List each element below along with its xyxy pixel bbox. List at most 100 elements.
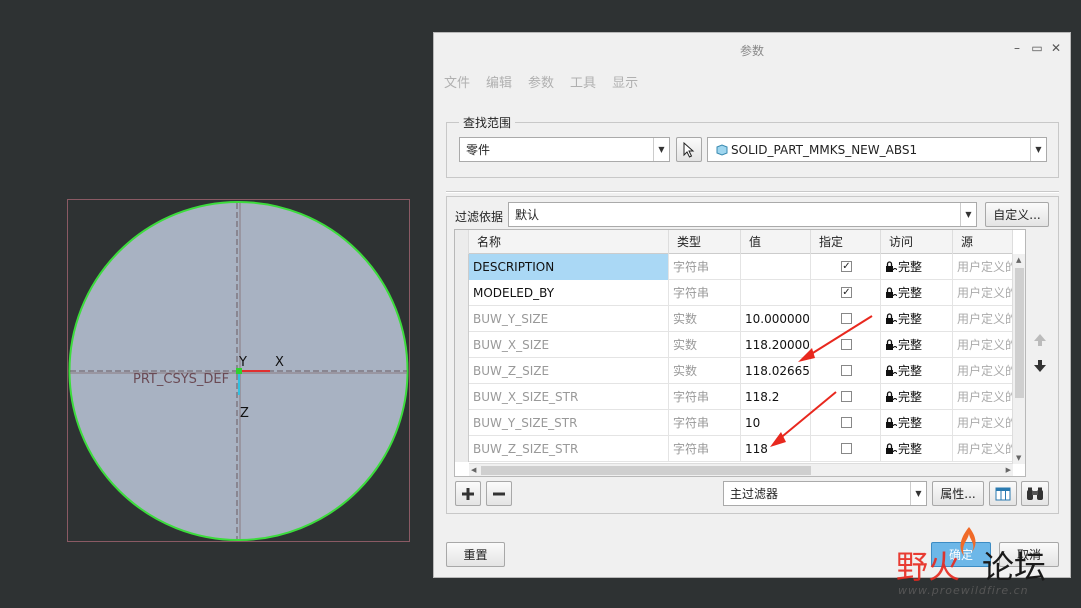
- vertical-scrollbar[interactable]: ▲ ▼: [1012, 254, 1025, 464]
- scroll-up-icon[interactable]: ▲: [1016, 256, 1021, 264]
- main-filter-select[interactable]: 主过滤器 ▼: [723, 481, 927, 506]
- designated-checkbox[interactable]: ✓: [841, 287, 852, 298]
- scroll-thumb[interactable]: [1015, 268, 1024, 398]
- row-header[interactable]: [455, 280, 469, 306]
- header-name[interactable]: 名称: [469, 230, 669, 254]
- row-header[interactable]: [455, 358, 469, 384]
- table-row[interactable]: MODELED_BY 字符串 ✓ 完整 用户定义的: [455, 280, 1013, 306]
- header-access[interactable]: 访问: [881, 230, 953, 254]
- access-text: 完整: [898, 260, 923, 274]
- param-type[interactable]: 实数: [669, 306, 741, 332]
- find-button[interactable]: [1021, 481, 1049, 506]
- param-access[interactable]: 完整: [881, 384, 953, 410]
- properties-button[interactable]: 属性...: [932, 481, 984, 506]
- minimize-icon[interactable]: –: [1010, 41, 1024, 55]
- row-header[interactable]: [455, 436, 469, 462]
- move-down-icon[interactable]: [1033, 359, 1047, 373]
- table-row[interactable]: DESCRIPTION 字符串 ✓ 完整 用户定义的: [455, 254, 1013, 280]
- param-type[interactable]: 字符串: [669, 254, 741, 280]
- remove-parameter-button[interactable]: [486, 481, 512, 506]
- param-name[interactable]: MODELED_BY: [469, 280, 669, 306]
- designated-checkbox[interactable]: [841, 443, 852, 454]
- add-parameter-button[interactable]: [455, 481, 481, 506]
- param-access[interactable]: 完整: [881, 436, 953, 462]
- param-name[interactable]: BUW_Z_SIZE_STR: [469, 436, 669, 462]
- scope-type-select[interactable]: 零件 ▼: [459, 137, 670, 162]
- header-type[interactable]: 类型: [669, 230, 741, 254]
- lock-icon: [886, 339, 897, 350]
- menu-edit[interactable]: 编辑: [486, 72, 512, 91]
- customize-button[interactable]: 自定义...: [985, 202, 1049, 227]
- table-row[interactable]: BUW_Y_SIZE_STR 字符串 10 完整 用户定义的: [455, 410, 1013, 436]
- maximize-icon[interactable]: ▭: [1030, 41, 1044, 55]
- row-header[interactable]: [455, 332, 469, 358]
- table-row[interactable]: BUW_Y_SIZE 实数 10.000000 完整 用户定义的: [455, 306, 1013, 332]
- param-name[interactable]: BUW_X_SIZE_STR: [469, 384, 669, 410]
- menu-parameters[interactable]: 参数: [528, 72, 554, 91]
- scroll-down-icon[interactable]: ▼: [1016, 454, 1021, 462]
- cad-viewport[interactable]: Y X Z PRT_CSYS_DEF: [0, 0, 432, 608]
- dialog-titlebar[interactable]: 参数 – ▭ ✕: [434, 33, 1070, 66]
- row-header[interactable]: [455, 306, 469, 332]
- table-row[interactable]: BUW_Z_SIZE_STR 字符串 118 完整 用户定义的: [455, 436, 1013, 462]
- param-type[interactable]: 字符串: [669, 410, 741, 436]
- horizontal-scrollbar[interactable]: ◀ ▶: [469, 463, 1013, 476]
- param-name[interactable]: BUW_Y_SIZE_STR: [469, 410, 669, 436]
- param-access[interactable]: 完整: [881, 306, 953, 332]
- scroll-right-icon[interactable]: ▶: [1006, 466, 1011, 474]
- scroll-left-icon[interactable]: ◀: [471, 466, 476, 474]
- table-columns-button[interactable]: [989, 481, 1017, 506]
- param-value[interactable]: 118.2: [741, 384, 811, 410]
- param-type[interactable]: 字符串: [669, 436, 741, 462]
- select-pointer-button[interactable]: [676, 137, 702, 162]
- filter-select[interactable]: 默认 ▼: [508, 202, 977, 227]
- lock-icon: [886, 391, 897, 402]
- designated-checkbox[interactable]: [841, 391, 852, 402]
- param-type[interactable]: 实数: [669, 358, 741, 384]
- param-value[interactable]: 118.026650: [741, 358, 811, 384]
- designated-checkbox[interactable]: [841, 365, 852, 376]
- close-icon[interactable]: ✕: [1049, 41, 1063, 55]
- designated-checkbox[interactable]: ✓: [841, 261, 852, 272]
- param-value[interactable]: 118.200000: [741, 332, 811, 358]
- menu-display[interactable]: 显示: [612, 72, 638, 91]
- parameters-dialog: 参数 – ▭ ✕ 文件 编辑 参数 工具 显示 查找范围 零件 ▼ SOLID_…: [433, 32, 1071, 578]
- param-type[interactable]: 字符串: [669, 384, 741, 410]
- param-name[interactable]: BUW_X_SIZE: [469, 332, 669, 358]
- param-name[interactable]: DESCRIPTION: [469, 254, 669, 280]
- axis-z-label: Z: [240, 406, 249, 421]
- row-header[interactable]: [455, 254, 469, 280]
- reset-button[interactable]: 重置: [446, 542, 505, 567]
- param-access[interactable]: 完整: [881, 280, 953, 306]
- scroll-thumb[interactable]: [481, 466, 811, 475]
- param-access[interactable]: 完整: [881, 410, 953, 436]
- table-row[interactable]: BUW_X_SIZE 实数 118.200000 完整 用户定义的: [455, 332, 1013, 358]
- param-value[interactable]: [741, 280, 811, 306]
- param-type[interactable]: 字符串: [669, 280, 741, 306]
- param-source: 用户定义的: [953, 332, 1013, 358]
- row-header[interactable]: [455, 384, 469, 410]
- move-up-icon[interactable]: [1033, 333, 1047, 347]
- designated-checkbox[interactable]: [841, 313, 852, 324]
- row-header[interactable]: [455, 410, 469, 436]
- menu-file[interactable]: 文件: [444, 72, 470, 91]
- param-access[interactable]: 完整: [881, 358, 953, 384]
- param-name[interactable]: BUW_Y_SIZE: [469, 306, 669, 332]
- designated-checkbox[interactable]: [841, 417, 852, 428]
- header-value[interactable]: 值: [741, 230, 811, 254]
- param-name[interactable]: BUW_Z_SIZE: [469, 358, 669, 384]
- param-type[interactable]: 实数: [669, 332, 741, 358]
- header-source[interactable]: 源: [953, 230, 1013, 254]
- param-value[interactable]: [741, 254, 811, 280]
- header-designated[interactable]: 指定: [811, 230, 881, 254]
- param-value[interactable]: 10.000000: [741, 306, 811, 332]
- param-value[interactable]: 10: [741, 410, 811, 436]
- param-access[interactable]: 完整: [881, 332, 953, 358]
- table-row[interactable]: BUW_Z_SIZE 实数 118.026650 完整 用户定义的: [455, 358, 1013, 384]
- designated-checkbox[interactable]: [841, 339, 852, 350]
- scope-object-select[interactable]: SOLID_PART_MMKS_NEW_ABS1 ▼: [707, 137, 1047, 162]
- menu-tools[interactable]: 工具: [570, 72, 596, 91]
- table-row[interactable]: BUW_X_SIZE_STR 字符串 118.2 完整 用户定义的: [455, 384, 1013, 410]
- param-access[interactable]: 完整: [881, 254, 953, 280]
- param-value[interactable]: 118: [741, 436, 811, 462]
